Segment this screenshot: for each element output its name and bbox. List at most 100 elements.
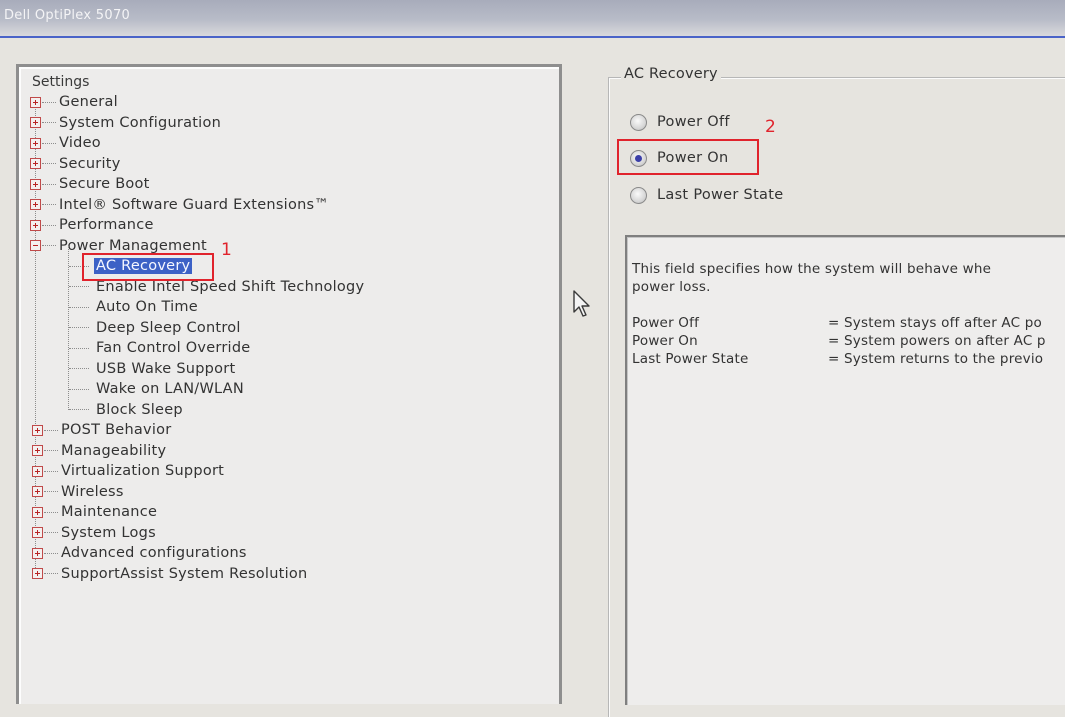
tree-child-item[interactable]: Wake on LAN/WLAN xyxy=(68,379,244,399)
expand-icon[interactable] xyxy=(30,219,41,231)
expand-icon[interactable] xyxy=(32,547,43,559)
expand-icon[interactable] xyxy=(32,506,43,518)
tree-category[interactable]: Security xyxy=(30,154,121,174)
description-key: Power On xyxy=(632,333,698,349)
tree-category-label: Security xyxy=(59,155,121,172)
radio-power-off[interactable]: Power Off xyxy=(630,112,730,132)
expand-icon[interactable] xyxy=(30,199,41,210)
radio-last-power-state-circle[interactable] xyxy=(630,186,647,204)
tree-category[interactable]: System Logs xyxy=(32,523,156,543)
expand-icon[interactable] xyxy=(32,568,43,579)
ac-recovery-group-title: AC Recovery xyxy=(621,66,721,82)
tree-category-label: Performance xyxy=(59,217,154,233)
description-row: Last Power State = System returns to the… xyxy=(632,350,1046,368)
annotation-number-2: 2 xyxy=(765,117,776,137)
radio-power-off-circle[interactable] xyxy=(630,113,647,131)
tree-child-item[interactable]: Block Sleep xyxy=(68,400,183,420)
tree-category-label: Secure Boot xyxy=(59,176,150,192)
tree-category[interactable]: SupportAssist System Resolution xyxy=(32,564,307,584)
tree-child-item[interactable]: Deep Sleep Control xyxy=(68,318,241,338)
tree-connector xyxy=(42,245,56,246)
tree-connector xyxy=(42,122,56,123)
tree-category[interactable]: General xyxy=(30,92,118,112)
window-titlebar: Dell OptiPlex 5070 xyxy=(0,0,1065,38)
description-line-1: This field specifies how the system will… xyxy=(632,261,992,277)
description-key: Last Power State xyxy=(632,351,749,367)
tree-connector xyxy=(44,429,58,431)
description-text: This field specifies how the system will… xyxy=(632,260,991,296)
tree-connector xyxy=(42,183,56,185)
tree-child-label: Block Sleep xyxy=(96,401,183,418)
tree-child-item[interactable]: USB Wake Support xyxy=(68,359,235,379)
tree-category-label: System Logs xyxy=(61,524,156,541)
tree-connector xyxy=(42,101,56,103)
tree-category[interactable]: Secure Boot xyxy=(30,174,150,194)
tree-connector xyxy=(69,306,89,308)
description-line-2: power loss. xyxy=(632,279,711,295)
description-value: = System stays off after AC po xyxy=(828,315,1042,331)
tree-category-label: Power Management xyxy=(59,237,207,254)
tree-child-label: USB Wake Support xyxy=(96,360,236,377)
tree-child-label: Auto On Time xyxy=(96,299,198,315)
tree-category[interactable]: Performance xyxy=(30,215,154,235)
tree-category-label: SupportAssist System Resolution xyxy=(61,565,308,582)
tree-child-label: Deep Sleep Control xyxy=(96,319,241,336)
tree-category[interactable]: Advanced configurations xyxy=(32,543,247,563)
radio-last-power-state-label: Last Power State xyxy=(657,187,784,203)
description-key: Power Off xyxy=(632,315,700,331)
tree-category-label: Manageability xyxy=(61,442,167,459)
tree-child-item[interactable]: Fan Control Override xyxy=(68,338,250,358)
tree-category[interactable]: Manageability xyxy=(32,441,166,461)
description-value: = System powers on after AC p xyxy=(828,333,1046,349)
tree-child-label: Fan Control Override xyxy=(96,340,251,356)
expand-icon[interactable] xyxy=(32,465,43,477)
expand-icon[interactable] xyxy=(30,158,41,169)
tree-connector xyxy=(44,491,58,492)
expand-icon[interactable] xyxy=(32,424,43,436)
tree-category[interactable]: Wireless xyxy=(32,482,124,502)
tree-category-label: System Configuration xyxy=(59,114,222,131)
expand-icon[interactable] xyxy=(32,527,43,538)
tree-category-label: Video xyxy=(59,135,101,151)
tree-category[interactable]: Virtualization Support xyxy=(32,461,224,481)
tree-connector xyxy=(69,327,89,328)
tree-category-label: Virtualization Support xyxy=(61,463,225,479)
window-title: Dell OptiPlex 5070 xyxy=(4,8,131,23)
expand-icon[interactable] xyxy=(30,117,41,128)
tree-connector xyxy=(44,470,58,472)
tree-category-label: General xyxy=(59,94,118,110)
tree-connector xyxy=(69,388,89,390)
description-row: Power On = System powers on after AC p xyxy=(632,332,1046,350)
expand-icon[interactable] xyxy=(32,486,43,497)
tree-category[interactable]: Intel® Software Guard Extensions™ xyxy=(30,195,329,215)
tree-category-label: Intel® Software Guard Extensions™ xyxy=(59,196,330,213)
collapse-icon[interactable] xyxy=(30,240,41,251)
tree-connector xyxy=(44,552,58,554)
tree-category[interactable]: System Configuration xyxy=(30,113,221,133)
radio-power-off-label: Power Off xyxy=(657,114,730,130)
tree-category-label: Maintenance xyxy=(61,504,158,520)
tree-connector xyxy=(42,204,56,205)
tree-category-label: Advanced configurations xyxy=(61,545,247,561)
tree-child-item[interactable]: Auto On Time xyxy=(68,297,198,317)
expand-icon[interactable] xyxy=(30,96,41,108)
radio-last-power-state[interactable]: Last Power State xyxy=(630,185,783,205)
expand-icon[interactable] xyxy=(30,137,41,149)
expand-icon[interactable] xyxy=(32,445,43,456)
expand-icon[interactable] xyxy=(30,178,41,190)
tree-connector xyxy=(44,532,58,533)
tree-connector xyxy=(69,286,89,287)
annotation-number-1: 1 xyxy=(221,240,232,260)
tree-category[interactable]: Video xyxy=(30,133,101,153)
annotation-box-ac-recovery xyxy=(82,253,214,281)
tree-child-label: Wake on LAN/WLAN xyxy=(96,381,244,397)
tree-category[interactable]: POST Behavior xyxy=(32,420,171,440)
tree-connector xyxy=(42,163,56,164)
tree-connector xyxy=(44,573,58,574)
tree-category[interactable]: Maintenance xyxy=(32,502,157,522)
tree-connector xyxy=(69,347,89,349)
tree-connector xyxy=(69,409,89,410)
description-value: = System returns to the previo xyxy=(828,351,1044,367)
tree-connector xyxy=(42,142,56,144)
tree-connector xyxy=(44,450,58,451)
